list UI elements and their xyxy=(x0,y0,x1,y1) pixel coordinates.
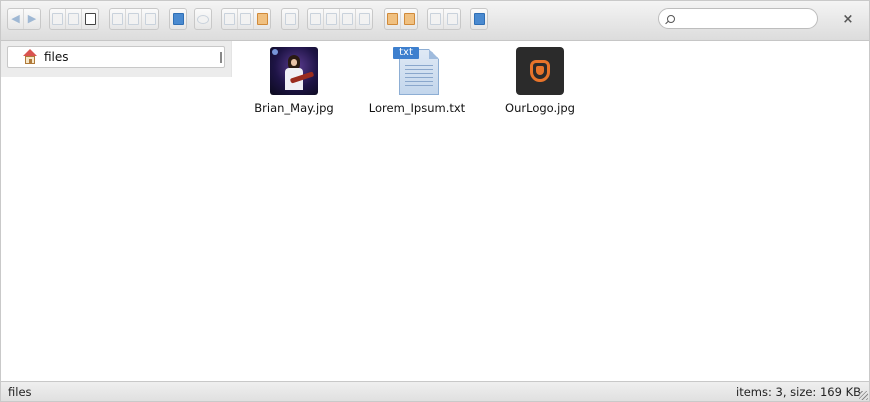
upload-icon xyxy=(387,13,398,25)
close-button[interactable]: × xyxy=(841,13,855,27)
edit-icon xyxy=(256,13,268,25)
download-icon xyxy=(403,13,415,25)
upload-button-group xyxy=(384,8,418,30)
crop-button[interactable] xyxy=(324,9,340,29)
file-manager-window: ◀ ▶ × files Brian_May.jpg txt Lorem_Ipsu… xyxy=(0,0,870,402)
paste-button[interactable] xyxy=(142,9,158,29)
eye-icon xyxy=(197,14,209,24)
info-button[interactable] xyxy=(170,9,186,29)
file-name: Brian_May.jpg xyxy=(254,101,334,115)
info-icon xyxy=(172,13,184,25)
back-icon: ◀ xyxy=(11,12,20,25)
edit-button[interactable] xyxy=(254,9,270,29)
help-button[interactable] xyxy=(471,9,487,29)
cut-button[interactable] xyxy=(126,9,142,29)
help-icon xyxy=(473,13,485,25)
rename-icon xyxy=(240,13,251,25)
forward-button[interactable]: ▶ xyxy=(24,9,40,29)
edit-button-group xyxy=(221,8,271,30)
preview-button[interactable] xyxy=(195,9,211,29)
extract-button-group xyxy=(281,8,299,30)
search-icon xyxy=(667,15,675,23)
download-button[interactable] xyxy=(401,9,417,29)
save-button[interactable] xyxy=(82,9,98,29)
upload-button[interactable] xyxy=(385,9,401,29)
extract-button[interactable] xyxy=(282,9,298,29)
duplicate-button[interactable] xyxy=(222,9,238,29)
help-button-group xyxy=(470,8,488,30)
sort-button[interactable] xyxy=(444,9,460,29)
logo-thumbnail-icon xyxy=(516,47,564,95)
file-type-badge: txt xyxy=(393,47,419,59)
status-bar: files items: 3, size: 169 KB xyxy=(1,381,869,401)
icons-view-icon xyxy=(430,13,441,25)
file-item[interactable]: OurLogo.jpg xyxy=(478,47,602,115)
icons-view-button[interactable] xyxy=(428,9,444,29)
open-button[interactable] xyxy=(50,9,66,29)
mkdir-icon xyxy=(68,13,79,25)
duplicate-icon xyxy=(224,13,235,25)
tree-item-files[interactable]: files xyxy=(7,46,225,68)
rename-button[interactable] xyxy=(238,9,254,29)
preview-button-group xyxy=(194,8,212,30)
cut-icon xyxy=(128,13,139,25)
file-name: Lorem_Ipsum.txt xyxy=(368,101,466,115)
archive-button-group xyxy=(307,8,373,30)
file-item[interactable]: txt Lorem_Ipsum.txt xyxy=(355,47,479,115)
clipboard-button-group xyxy=(109,8,159,30)
photo-thumbnail-icon xyxy=(270,47,318,95)
save-icon xyxy=(84,13,96,25)
search-input[interactable] xyxy=(677,11,812,26)
file-grid: Brian_May.jpg txt Lorem_Ipsum.txt OurLog… xyxy=(233,41,869,381)
file-button-group xyxy=(49,8,99,30)
copy-icon xyxy=(112,13,123,25)
home-icon xyxy=(22,49,38,65)
resize-icon xyxy=(342,13,353,25)
status-path: files xyxy=(8,385,32,399)
new-folder-button[interactable] xyxy=(66,9,82,29)
open-icon xyxy=(52,13,63,25)
view-button-group xyxy=(427,8,461,30)
copy-button[interactable] xyxy=(110,9,126,29)
info-button-group xyxy=(169,8,187,30)
forward-icon: ▶ xyxy=(27,12,37,25)
file-name: OurLogo.jpg xyxy=(505,101,575,115)
tree-item-label: files xyxy=(44,50,69,64)
list-view-icon xyxy=(446,13,458,25)
archive-icon xyxy=(310,13,321,25)
toolbar: ◀ ▶ × xyxy=(1,1,869,41)
status-summary: items: 3, size: 169 KB xyxy=(736,385,861,399)
extract-icon xyxy=(284,13,296,25)
rotate-icon xyxy=(358,13,370,25)
history-button-group: ◀ ▶ xyxy=(7,8,41,30)
resize-button[interactable] xyxy=(340,9,356,29)
resize-grip-icon[interactable] xyxy=(859,391,868,400)
rotate-button[interactable] xyxy=(356,9,372,29)
tree-scroll-handle[interactable] xyxy=(220,52,222,63)
search-field[interactable] xyxy=(658,8,818,29)
navigation-tree: files xyxy=(1,41,232,77)
paste-icon xyxy=(144,13,156,25)
crop-icon xyxy=(326,13,337,25)
back-button[interactable]: ◀ xyxy=(8,9,24,29)
file-item[interactable]: Brian_May.jpg xyxy=(232,47,356,115)
archive-button[interactable] xyxy=(308,9,324,29)
text-file-icon: txt xyxy=(393,47,441,95)
